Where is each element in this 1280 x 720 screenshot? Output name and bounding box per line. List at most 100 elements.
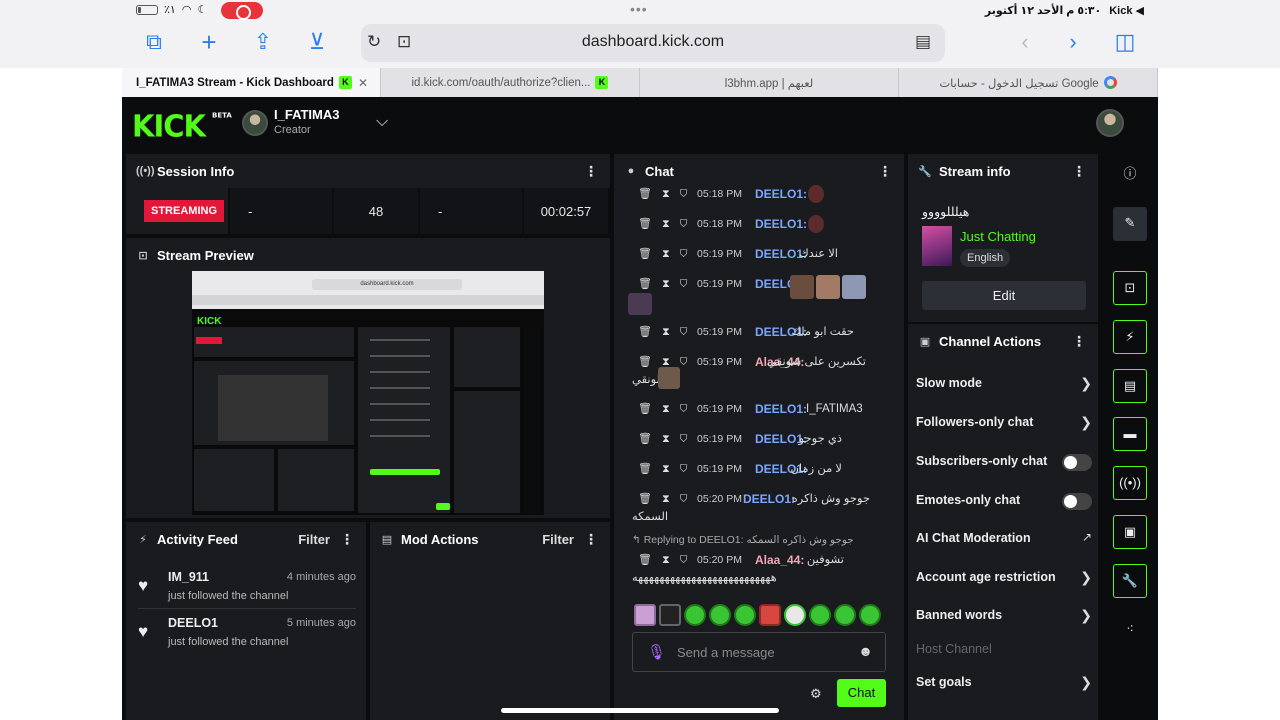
more-icon[interactable]: ⋮ — [584, 163, 598, 180]
sidebar-icon[interactable]: ◫ — [1111, 28, 1139, 56]
mod-icons[interactable]: 🗑⧗⛉ — [638, 275, 698, 293]
edit-stream-button[interactable]: Edit — [922, 281, 1086, 310]
microphone-icon[interactable]: 🎙 — [647, 643, 666, 661]
set-goals-item[interactable]: Set goals ❯ — [916, 674, 1092, 695]
info-icon[interactable]: ⓘ — [1113, 158, 1147, 192]
emote-icon[interactable] — [859, 604, 881, 626]
stream-info-widget-icon[interactable]: 🔧 — [1113, 564, 1147, 598]
chevron-right-icon: ❯ — [1080, 674, 1092, 690]
activity-widget-icon[interactable]: ⚡ — [1113, 320, 1147, 354]
slow-mode-item[interactable]: Slow mode ❯ — [916, 375, 1092, 396]
panel-title: Activity Feed — [157, 531, 238, 547]
user-avatar[interactable] — [1096, 109, 1124, 137]
emote-icon[interactable] — [784, 604, 806, 626]
emoji-icon[interactable]: ☻ — [858, 643, 873, 659]
stream-category[interactable]: Just Chatting — [960, 229, 1036, 244]
download-icon[interactable]: ⊻ — [303, 28, 331, 56]
mod-icons[interactable]: 🗑⧗⛉ — [638, 185, 698, 203]
home-indicator[interactable] — [501, 708, 779, 713]
emote-icon[interactable] — [759, 604, 781, 626]
more-icon[interactable]: ⋮ — [584, 531, 598, 548]
tabs-overview-icon[interactable]: ⧉ — [140, 28, 168, 56]
message-user[interactable]: DEELO1: — [755, 185, 807, 203]
heart-icon: ♥ — [138, 576, 149, 595]
banned-words-item[interactable]: Banned words ❯ — [916, 607, 1092, 628]
account-age-item[interactable]: Account age restriction ❯ — [916, 569, 1092, 590]
chat-settings-icon[interactable]: ⚙ — [810, 686, 822, 702]
emotes-only-toggle[interactable] — [1062, 493, 1092, 510]
mod-icons[interactable]: 🗑⧗⛉ — [638, 245, 698, 263]
activity-user[interactable]: IM_911 — [168, 570, 209, 584]
back-icon[interactable]: ‹ — [1011, 28, 1039, 56]
emote-icon[interactable] — [709, 604, 731, 626]
stat-value: 00:02:57 — [540, 203, 592, 219]
ai-moderation-item[interactable]: AI Chat Moderation ↗ — [916, 530, 1092, 551]
emote-icon[interactable] — [734, 604, 756, 626]
new-tab-icon[interactable]: + — [195, 28, 223, 56]
channel-name: I_FATIMA3 — [274, 107, 340, 122]
chat-input[interactable]: 🎙 Send a message ☻ — [632, 632, 886, 672]
emote-icon[interactable] — [809, 604, 831, 626]
activity-item: ♥ DEELO1 5 minutes ago just followed the… — [138, 616, 356, 656]
emote-icon[interactable] — [634, 604, 656, 626]
mod-actions-widget-icon[interactable]: ▤ — [1113, 369, 1147, 403]
more-icon[interactable]: ⋮ — [1072, 163, 1086, 180]
message-user[interactable]: DEELO1: — [755, 215, 807, 233]
followers-only-item[interactable]: Followers-only chat ❯ — [916, 414, 1092, 435]
emote-icon[interactable] — [684, 604, 706, 626]
mod-icons[interactable]: 🗑⧗⛉ — [638, 430, 698, 448]
tab-google[interactable]: تسجيل الدخول - حسابات Google — [899, 68, 1158, 97]
filter-button[interactable]: Filter — [542, 532, 574, 547]
reply-context[interactable]: ↰ Replying to DEELO1: جوجو وش ذاكره السم… — [632, 534, 854, 546]
filter-button[interactable]: Filter — [298, 532, 330, 547]
mod-icons[interactable]: 🗑⧗⛉ — [638, 551, 698, 569]
chat-send-button[interactable]: Chat — [837, 679, 886, 707]
action-label: Host Channel — [916, 642, 992, 656]
channel-actions-widget-icon[interactable]: ▣ — [1113, 515, 1147, 549]
forward-icon[interactable]: › — [1059, 28, 1087, 56]
mod-icons[interactable]: 🗑⧗⛉ — [638, 323, 698, 341]
kick-favicon-icon: K — [595, 76, 609, 89]
stat-cell: 00:02:57 — [524, 188, 610, 234]
mute-emote-icon[interactable] — [659, 604, 681, 626]
more-icon[interactable]: ⋮ — [878, 163, 892, 180]
back-to-app[interactable]: Kick ◀ — [1109, 4, 1144, 17]
address-bar[interactable]: ↻ ⊡ dashboard.kick.com ▤ — [361, 24, 945, 62]
mod-icons[interactable]: 🗑⧗⛉ — [638, 460, 698, 478]
edit-layout-icon[interactable]: ✎ — [1113, 207, 1147, 241]
multitask-dots-icon[interactable]: ••• — [630, 1, 648, 17]
close-tab-icon[interactable]: ✕ — [358, 76, 368, 90]
tab-label: id.kick.com/oauth/authorize?clien... — [411, 76, 591, 89]
kick-dashboard: KICK BETA I_FATIMA3 Creator ⌵ ((•)) Sessi… — [122, 97, 1158, 720]
reader-icon[interactable]: ▤ — [915, 32, 931, 52]
tab-kick-dashboard[interactable]: I_FATIMA3 Stream - Kick Dashboard K ✕ — [122, 68, 381, 97]
channel-avatar[interactable] — [242, 110, 268, 136]
mod-icons[interactable]: 🗑⧗⛉ — [638, 215, 698, 233]
share-icon[interactable]: ⇪ — [249, 28, 277, 56]
more-icon[interactable]: ⋮ — [1072, 333, 1086, 350]
panel-header: ▤ Mod Actions — [370, 522, 610, 556]
more-widgets-icon[interactable]: ⁖ — [1113, 613, 1147, 647]
mod-icons[interactable]: 🗑⧗⛉ — [638, 400, 698, 418]
preview-chat-line — [370, 339, 430, 341]
message-text: الا عندك — [799, 248, 838, 260]
mod-icons[interactable]: 🗑⧗⛉ — [638, 490, 698, 508]
screen-record-icon[interactable] — [221, 2, 263, 20]
tab-oauth[interactable]: id.kick.com/oauth/authorize?clien... K — [381, 68, 640, 97]
message-user[interactable]: DEELO1: — [755, 400, 807, 418]
stream-preview-image[interactable]: dashboard.kick.com KICK — [192, 271, 544, 515]
chat-widget-icon[interactable]: ▬ — [1113, 417, 1147, 451]
message-user[interactable]: Alaa_44: — [755, 551, 804, 569]
kick-logo[interactable]: KICK BETA — [132, 108, 232, 144]
emote-icon[interactable] — [834, 604, 856, 626]
activity-user[interactable]: DEELO1 — [168, 616, 218, 630]
preview-widget-icon[interactable]: ⊡ — [1113, 271, 1147, 305]
message-user[interactable]: DEELO1: — [743, 490, 795, 508]
session-widget-icon[interactable]: ((•)) — [1113, 466, 1147, 500]
tab-l3bhm[interactable]: l3bhm.app | لعبهم — [640, 68, 899, 97]
more-icon[interactable]: ⋮ — [340, 531, 354, 548]
chat-message: 🗑⧗⛉ 05:20 PM DEELO1: جوجو وش ذاكره السمك… — [628, 490, 884, 526]
stat-value: - — [248, 203, 253, 219]
subscribers-only-toggle[interactable] — [1062, 454, 1092, 471]
chevron-down-icon[interactable]: ⌵ — [376, 113, 388, 131]
